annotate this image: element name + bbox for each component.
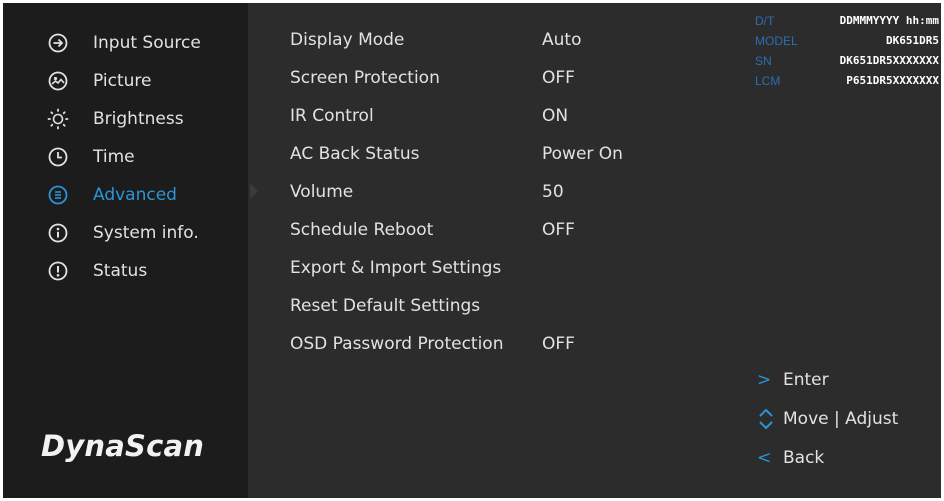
sidebar-item-label: Picture <box>93 71 152 91</box>
sidebar-item-status[interactable]: Status <box>3 253 248 289</box>
setting-osd-password[interactable]: OSD Password Protection OFF <box>290 329 575 359</box>
info-key: SN <box>755 54 772 68</box>
sidebar-item-label: Status <box>93 261 148 281</box>
setting-export-import[interactable]: Export & Import Settings <box>290 253 501 283</box>
enter-icon: > <box>757 370 772 390</box>
sidebar-item-system-info[interactable]: System info. <box>3 215 248 251</box>
brightness-icon <box>47 108 69 130</box>
sidebar-item-brightness[interactable]: Brightness <box>3 101 248 137</box>
back-icon: < <box>757 448 772 468</box>
sidebar-item-input-source[interactable]: Input Source <box>3 25 248 61</box>
setting-value: OFF <box>542 220 575 240</box>
info-value: P651DR5XXXXXXX <box>846 74 939 87</box>
info-key: LCM <box>755 74 781 88</box>
setting-label: IR Control <box>290 106 374 126</box>
info-key: MODEL <box>755 34 798 48</box>
status-icon <box>48 261 68 281</box>
setting-value: 50 <box>542 182 564 202</box>
sidebar-item-label: System info. <box>93 223 199 243</box>
picture-icon <box>48 71 68 91</box>
sidebar-item-label: Advanced <box>93 185 177 205</box>
info-value: DDMMMYYYY hh:mm <box>839 14 939 27</box>
info-row: SN DK651DR5XXXXXXX <box>755 51 939 71</box>
brand-logo: DynaScan <box>41 429 205 463</box>
setting-screen-protection[interactable]: Screen Protection OFF <box>290 63 575 93</box>
info-row: LCM P651DR5XXXXXXX <box>755 71 939 91</box>
hint-move-adjust: Move | Adjust <box>757 404 898 434</box>
advanced-icon <box>48 185 68 205</box>
sidebar-item-picture[interactable]: Picture <box>3 63 248 99</box>
sidebar-item-advanced[interactable]: Advanced <box>3 177 248 213</box>
info-row: D/T DDMMMYYYY hh:mm <box>755 11 939 31</box>
osd-menu: Input Source Picture Brightness Time Adv… <box>3 3 941 498</box>
setting-ir-control[interactable]: IR Control ON <box>290 101 568 131</box>
hint-label: Back <box>783 448 825 468</box>
clock-icon <box>48 147 68 167</box>
setting-reset-default[interactable]: Reset Default Settings <box>290 291 480 321</box>
sidebar-item-label: Brightness <box>93 109 184 129</box>
setting-label: Schedule Reboot <box>290 220 434 240</box>
input-source-icon <box>48 33 68 53</box>
hint-back: < Back <box>757 443 824 473</box>
setting-label: Export & Import Settings <box>290 258 502 278</box>
setting-label: AC Back Status <box>290 144 420 164</box>
setting-label: Screen Protection <box>290 68 440 88</box>
setting-value: Auto <box>542 30 582 50</box>
sidebar: Input Source Picture Brightness Time Adv… <box>3 3 248 498</box>
hint-label: Enter <box>783 370 829 390</box>
info-row: MODEL DK651DR5 <box>755 31 939 51</box>
setting-ac-back-status[interactable]: AC Back Status Power On <box>290 139 623 169</box>
hint-label: Move | Adjust <box>783 409 899 429</box>
hint-enter: > Enter <box>757 365 829 395</box>
setting-volume[interactable]: Volume 50 <box>290 177 564 207</box>
up-down-icon <box>757 404 783 434</box>
setting-value: ON <box>542 106 569 126</box>
sidebar-item-label: Time <box>93 147 135 167</box>
info-value: DK651DR5XXXXXXX <box>839 54 939 67</box>
setting-label: OSD Password Protection <box>290 334 504 354</box>
setting-label: Volume <box>290 182 354 202</box>
setting-display-mode[interactable]: Display Mode Auto <box>290 25 581 55</box>
setting-label: Reset Default Settings <box>290 296 481 316</box>
setting-value: OFF <box>542 68 575 88</box>
setting-schedule-reboot[interactable]: Schedule Reboot OFF <box>290 215 575 245</box>
info-key: D/T <box>755 14 775 28</box>
setting-value: Power On <box>542 144 623 164</box>
sidebar-item-label: Input Source <box>93 33 201 53</box>
info-value: DK651DR5 <box>886 34 939 47</box>
active-pointer-icon <box>250 183 258 199</box>
setting-label: Display Mode <box>290 30 405 50</box>
setting-value: OFF <box>542 334 575 354</box>
info-icon <box>48 223 68 243</box>
sidebar-item-time[interactable]: Time <box>3 139 248 175</box>
